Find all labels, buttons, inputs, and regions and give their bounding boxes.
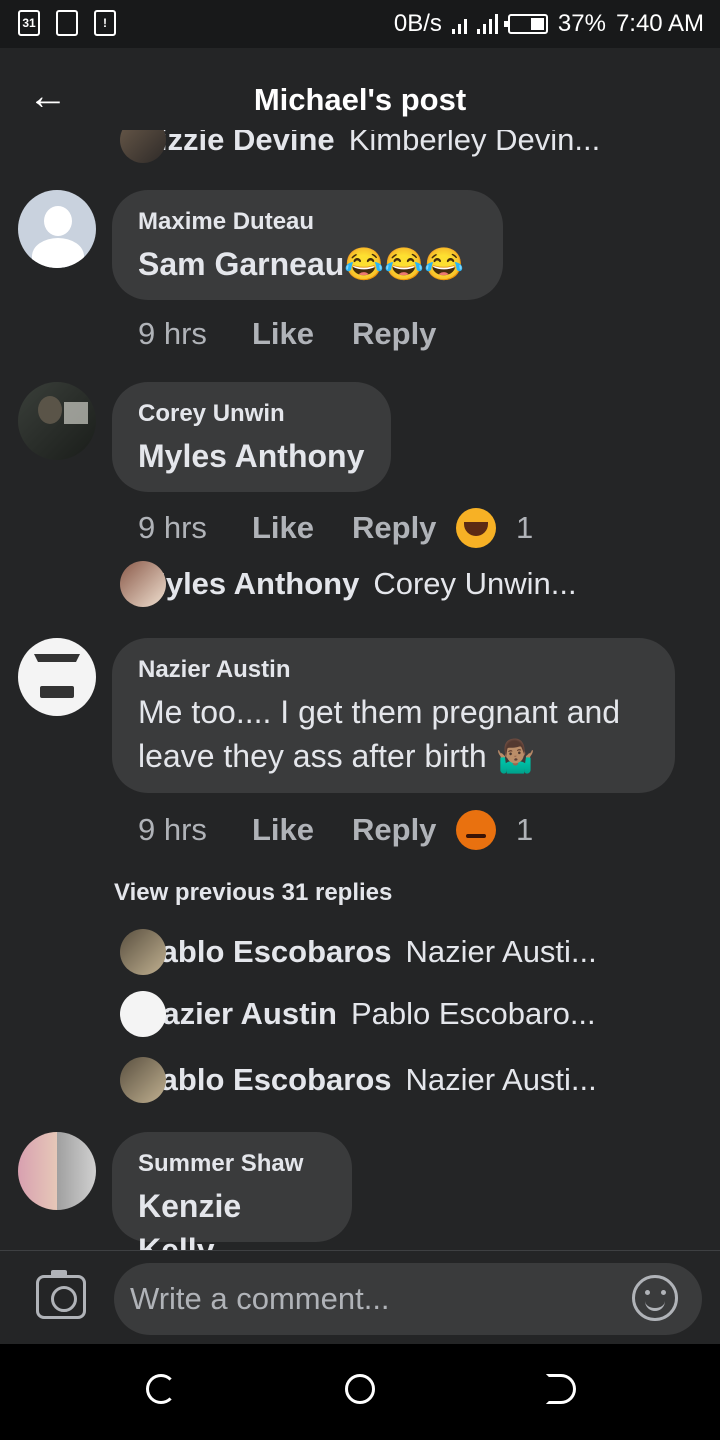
laughing-emoji-icon[interactable]	[456, 508, 496, 548]
reply-author: Myles Anthony	[140, 566, 360, 601]
reply-preview[interactable]: Pablo Escobaros Nazier Austi...	[120, 1057, 597, 1103]
comment-author[interactable]: Summer Shaw	[138, 1150, 326, 1178]
comment-text: Myles Anthony	[138, 438, 365, 474]
avatar	[120, 929, 166, 975]
avatar	[120, 130, 166, 163]
battery-icon	[503, 14, 548, 34]
like-button[interactable]: Like	[252, 316, 352, 352]
reply-button[interactable]: Reply	[352, 812, 456, 848]
comment-input[interactable]	[114, 1263, 702, 1335]
battery-percent: 37%	[557, 10, 606, 37]
hplus-signal-icon	[451, 14, 467, 34]
reaction-count[interactable]: 1	[516, 812, 533, 848]
avatar[interactable]	[18, 190, 96, 268]
notification-icons: 31 !	[18, 10, 116, 36]
avatar	[120, 561, 166, 607]
avatar[interactable]	[18, 382, 96, 460]
reply-snippet: Pablo Escobaro...	[350, 996, 596, 1031]
back-icon[interactable]	[546, 1374, 576, 1404]
calendar-icon: 31	[18, 10, 40, 36]
battery-level	[530, 18, 544, 30]
reply-preview[interactable]: Myles Anthony Corey Unwin...	[120, 561, 577, 607]
emoji-picker-icon[interactable]	[632, 1275, 678, 1321]
comment-bubble[interactable]: Summer Shaw Kenzie Kelly	[112, 1132, 352, 1250]
avatar	[120, 1057, 166, 1103]
comment-author[interactable]: Maxime Duteau	[138, 208, 477, 236]
reply-button[interactable]: Reply	[352, 316, 456, 352]
avatar[interactable]	[18, 638, 96, 716]
reply-snippet: Nazier Austi...	[405, 934, 597, 969]
comment-text-line: leave they ass after birth 🤷🏽‍♂️	[138, 738, 536, 774]
cell-signal-icon	[476, 14, 498, 34]
comment-text-line: Me too.... I get them pregnant and	[138, 694, 621, 730]
comment-author[interactable]: Corey Unwin	[138, 400, 365, 428]
like-button[interactable]: Like	[252, 510, 352, 546]
avatar	[120, 991, 166, 1037]
comments-list[interactable]: Lizzie Devine Kimberley Devin... Maxime …	[0, 130, 720, 1250]
reply-preview[interactable]: Pablo Escobaros Nazier Austi...	[120, 929, 597, 975]
comment-composer	[0, 1250, 720, 1344]
like-button[interactable]: Like	[252, 812, 352, 848]
comment-actions: 9 hrs Like Reply 1	[138, 810, 533, 850]
comment-bubble[interactable]: Corey Unwin Myles Anthony	[112, 382, 391, 492]
reply-snippet: Corey Unwin...	[373, 566, 577, 601]
recent-apps-icon[interactable]	[146, 1374, 176, 1404]
reply-preview[interactable]: Nazier Austin Pablo Escobaro...	[120, 991, 596, 1037]
comment-bubble[interactable]: Nazier Austin Me too.... I get them preg…	[112, 638, 675, 793]
reply-snippet: Kimberley Devin...	[348, 130, 601, 157]
comment-author[interactable]: Nazier Austin	[138, 656, 649, 684]
comment-bubble[interactable]: Maxime Duteau Sam Garneau😂😂😂	[112, 190, 503, 300]
avatar[interactable]	[18, 1132, 96, 1210]
comment-text: Kenzie Kelly	[138, 1188, 242, 1250]
comment-actions: 9 hrs Like Reply	[138, 316, 456, 352]
comment-time: 9 hrs	[138, 510, 207, 545]
angry-emoji-icon[interactable]	[456, 810, 496, 850]
net-speed: 0B/s	[393, 10, 442, 37]
page-title: Michael's post	[253, 82, 467, 117]
reaction-count[interactable]: 1	[516, 510, 533, 546]
reply-preview[interactable]: Lizzie Devine Kimberley Devin...	[120, 130, 601, 163]
home-icon[interactable]	[345, 1374, 375, 1404]
comment-time: 9 hrs	[138, 316, 207, 351]
status-bar: 31 ! 0B/s 37% 7:40 AM	[0, 0, 720, 48]
comment-text: Sam Garneau😂😂😂	[138, 246, 464, 282]
reply-author: Nazier Austin	[140, 996, 337, 1031]
reply-author: Pablo Escobaros	[140, 934, 392, 969]
reply-author: Lizzie Devine	[140, 130, 335, 157]
clock: 7:40 AM	[615, 10, 704, 37]
comment-actions: 9 hrs Like Reply 1	[138, 508, 533, 548]
reply-snippet: Nazier Austi...	[405, 1062, 597, 1097]
reply-button[interactable]: Reply	[352, 510, 456, 546]
camera-icon[interactable]	[36, 1270, 86, 1319]
alert-icon: !	[94, 10, 116, 36]
system-navigation-bar	[0, 1344, 720, 1440]
comment-text: Me too.... I get them pregnant and leave…	[138, 690, 649, 778]
view-previous-replies-link[interactable]: View previous 31 replies	[114, 879, 392, 907]
comment-time: 9 hrs	[138, 812, 207, 847]
screenshot-icon	[56, 10, 78, 36]
reply-author: Pablo Escobaros	[140, 1062, 392, 1097]
